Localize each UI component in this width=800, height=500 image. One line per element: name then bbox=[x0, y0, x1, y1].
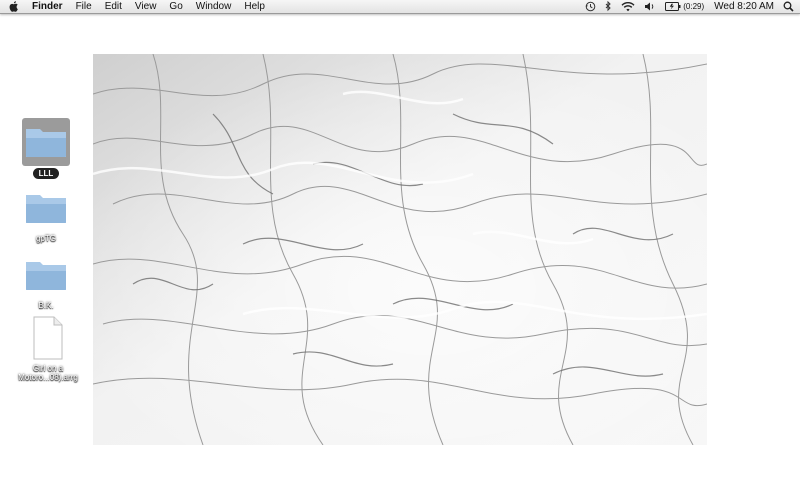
wallpaper-image bbox=[93, 54, 707, 445]
menu-clock[interactable]: Wed 8:20 AM bbox=[714, 1, 774, 12]
document-icon[interactable] bbox=[24, 314, 72, 362]
document-label[interactable]: Girl on a Motoro...08).arrg bbox=[18, 364, 78, 382]
menu-go[interactable]: Go bbox=[169, 0, 182, 13]
menu-help[interactable]: Help bbox=[244, 0, 265, 13]
volume-icon[interactable] bbox=[644, 0, 656, 13]
battery-icon[interactable] bbox=[665, 0, 681, 13]
folder-label[interactable]: LLL bbox=[32, 168, 60, 179]
desktop-document-file[interactable]: Girl on a Motoro...08).arrg bbox=[8, 314, 88, 382]
menu-window[interactable]: Window bbox=[196, 0, 232, 13]
menu-bar-left: Finder File Edit View Go Window Help bbox=[0, 0, 278, 13]
crumpled-sheets-image bbox=[93, 54, 707, 445]
search-icon[interactable] bbox=[783, 0, 794, 13]
menu-bar: Finder File Edit View Go Window Help (0:… bbox=[0, 0, 800, 14]
folder-label[interactable]: B.K. bbox=[38, 301, 53, 310]
menu-bar-extras: (0:29) Wed 8:20 AM bbox=[576, 0, 800, 13]
folder-icon[interactable] bbox=[22, 251, 70, 299]
folder-label[interactable]: gpTG bbox=[36, 234, 56, 243]
document-label-line-2: Motoro...08).arrg bbox=[18, 373, 78, 382]
wifi-icon[interactable] bbox=[621, 0, 635, 13]
document-label-line-1: Girl on a bbox=[32, 364, 64, 373]
desktop-folder-lll[interactable]: LLL bbox=[6, 118, 86, 179]
menu-edit[interactable]: Edit bbox=[105, 0, 122, 13]
folder-icon[interactable] bbox=[22, 184, 70, 232]
bluetooth-icon[interactable] bbox=[605, 0, 612, 13]
time-machine-icon[interactable] bbox=[585, 0, 596, 13]
menu-file[interactable]: File bbox=[76, 0, 92, 13]
menu-view[interactable]: View bbox=[135, 0, 157, 13]
battery-time: (0:29) bbox=[683, 2, 705, 11]
desktop-folder-bk[interactable]: B.K. bbox=[6, 251, 86, 310]
apple-icon[interactable] bbox=[8, 0, 20, 13]
desktop-folder-gptg[interactable]: gpTG bbox=[6, 184, 86, 243]
folder-icon[interactable] bbox=[22, 118, 70, 166]
menu-finder[interactable]: Finder bbox=[32, 0, 63, 13]
